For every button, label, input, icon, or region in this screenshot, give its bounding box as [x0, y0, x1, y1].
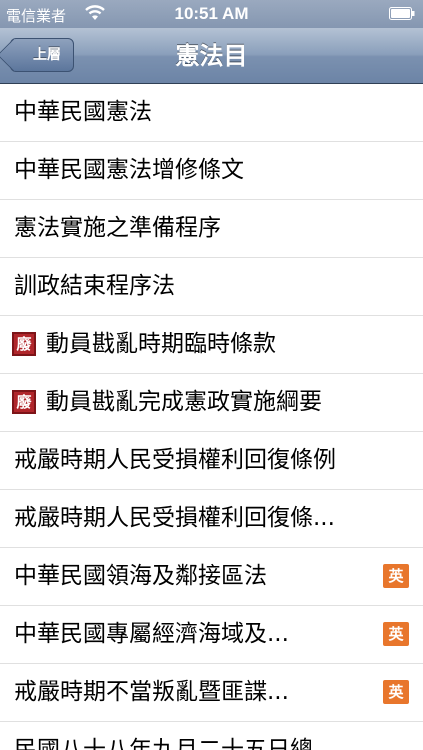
- list-item-label: 戒嚴時期不當叛亂暨匪諜...: [14, 679, 289, 705]
- battery-icon: [389, 7, 415, 20]
- list-item[interactable]: 廢 動員戡亂時期臨時條款: [0, 316, 423, 374]
- list-item[interactable]: 戒嚴時期人民受損權利回復條例: [0, 432, 423, 490]
- list-item[interactable]: 民國八十八年九月二十五日總: [0, 722, 423, 750]
- list-item[interactable]: 憲法實施之準備程序: [0, 200, 423, 258]
- list-item-label: 中華民國憲法增修條文: [14, 157, 244, 183]
- status-bar: 電信業者 10:51 AM: [0, 0, 423, 28]
- english-badge: 英: [383, 622, 409, 646]
- list-item[interactable]: 訓政結束程序法: [0, 258, 423, 316]
- list-item-label: 中華民國領海及鄰接區法: [14, 563, 267, 589]
- list-item-label: 憲法實施之準備程序: [14, 215, 221, 241]
- abolished-badge: 廢: [12, 332, 36, 356]
- list-item[interactable]: 中華民國憲法增修條文: [0, 142, 423, 200]
- navigation-bar: 上層 憲法目: [0, 28, 423, 84]
- english-badge: 英: [383, 564, 409, 588]
- abolished-badge: 廢: [12, 390, 36, 414]
- screen: 電信業者 10:51 AM 上層 憲法目 中華民國憲法 中華民國憲法增修條文 憲…: [0, 0, 423, 750]
- list-item[interactable]: 戒嚴時期人民受損權利回復條...: [0, 490, 423, 548]
- list-item[interactable]: 戒嚴時期不當叛亂暨匪諜... 英: [0, 664, 423, 722]
- list-item-label: 動員戡亂完成憲政實施綱要: [46, 389, 322, 415]
- back-button[interactable]: 上層: [10, 38, 74, 72]
- list-item-label: 戒嚴時期人民受損權利回復條...: [14, 505, 335, 531]
- list-item[interactable]: 中華民國憲法: [0, 84, 423, 142]
- list-item[interactable]: 廢 動員戡亂完成憲政實施綱要: [0, 374, 423, 432]
- list-item-label: 民國八十八年九月二十五日總: [14, 737, 313, 750]
- list-item-label: 訓政結束程序法: [14, 273, 175, 299]
- list-item[interactable]: 中華民國領海及鄰接區法 英: [0, 548, 423, 606]
- status-time: 10:51 AM: [174, 4, 249, 23]
- list-item-label: 戒嚴時期人民受損權利回復條例: [14, 447, 336, 473]
- law-list: 中華民國憲法 中華民國憲法增修條文 憲法實施之準備程序 訓政結束程序法 廢 動員…: [0, 84, 423, 750]
- list-item-label: 中華民國憲法: [14, 99, 152, 125]
- list-item[interactable]: 中華民國專屬經濟海域及... 英: [0, 606, 423, 664]
- list-item-label: 動員戡亂時期臨時條款: [46, 331, 276, 357]
- list-item-label: 中華民國專屬經濟海域及...: [14, 621, 289, 647]
- english-badge: 英: [383, 680, 409, 704]
- back-button-label: 上層: [33, 47, 61, 63]
